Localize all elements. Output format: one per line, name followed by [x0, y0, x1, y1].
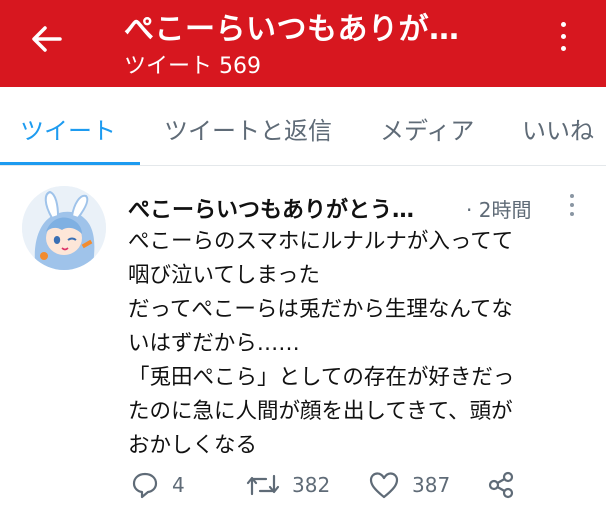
- retweet-icon: [246, 474, 280, 496]
- profile-tabs: ツイート ツイートと返信 メディア いいね: [0, 87, 606, 165]
- retweet-count: 382: [292, 473, 331, 497]
- reply-button[interactable]: 4: [130, 464, 185, 506]
- reply-count: 4: [172, 473, 185, 497]
- avatar[interactable]: [22, 186, 106, 270]
- tweet-line: だってぺこーらは兎だから生理なんてな: [128, 297, 513, 322]
- tweet-line: 咽び泣いてしまった: [128, 263, 320, 288]
- tweet-actions: 4 382 387: [0, 464, 606, 506]
- tab-tweets-and-replies[interactable]: ツイートと返信: [164, 111, 332, 146]
- tweet-line: ぺこーらのスマホにルナルナが入ってて: [128, 229, 514, 254]
- page-title: ぺこーらいつもありが…: [124, 12, 460, 47]
- tweet-line: おかしくなる: [128, 433, 258, 458]
- tab-tweets[interactable]: ツイート: [20, 111, 116, 146]
- like-count: 387: [412, 473, 451, 497]
- tweet-text: ぺこーらのスマホにルナルナが入ってて 咽び泣いてしまった だってぺこーらは兎だか…: [128, 225, 588, 463]
- tweet-line: いはずだから……: [128, 331, 300, 356]
- reply-icon: [132, 472, 158, 499]
- retweet-button[interactable]: 382: [246, 464, 330, 506]
- like-button[interactable]: 387: [368, 464, 450, 506]
- tweet-count-subtitle: ツイート 569: [124, 54, 261, 79]
- display-name[interactable]: ぺこーらいつもありがとう…: [128, 192, 414, 224]
- divider: [0, 165, 606, 166]
- tweet-line: 「兎田ぺこら」としての存在が好きだっ: [128, 365, 515, 390]
- share-button[interactable]: [486, 464, 516, 506]
- heart-icon: [369, 472, 399, 499]
- tweet-line: たのに急に人間が顔を出してきて、頭が: [128, 399, 513, 424]
- tab-media[interactable]: メディア: [380, 111, 474, 146]
- tab-likes[interactable]: いいね: [522, 111, 594, 146]
- more-vertical-icon[interactable]: [556, 22, 570, 58]
- share-icon: [488, 471, 514, 499]
- back-arrow-icon[interactable]: [30, 24, 64, 54]
- app-header: ぺこーらいつもありが… ツイート 569: [0, 0, 606, 87]
- tweet-more-icon[interactable]: [567, 194, 577, 220]
- timestamp[interactable]: · 2時間: [466, 194, 531, 223]
